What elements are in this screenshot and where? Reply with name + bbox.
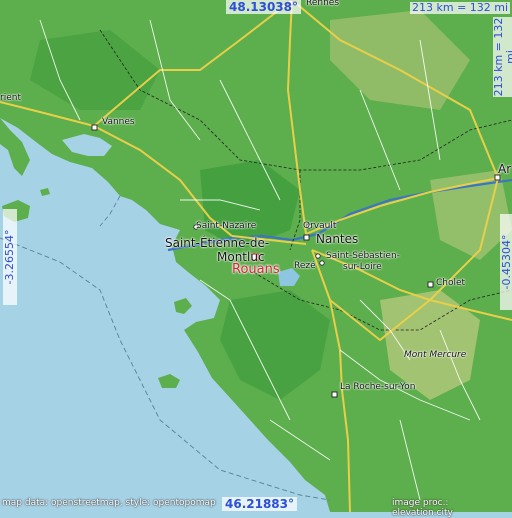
coord-right-label: -0.45304°: [500, 214, 512, 310]
place-label: Rezé: [294, 261, 316, 271]
place-label: Saint-Étienne-de-: [165, 236, 270, 250]
coord-top-label: 48.13038°: [226, 0, 302, 14]
place-label: Orvault: [303, 221, 337, 231]
attribution-image-proc: image proc.: elevation.city: [392, 498, 453, 518]
place-label: rient: [0, 93, 21, 103]
main-place-label: Rouans: [232, 262, 280, 277]
coord-left-label: -3.26554°: [3, 209, 17, 305]
scale-right-label: 213 km = 132 mi: [492, 17, 512, 97]
place-label: sur-Loire: [343, 262, 382, 272]
place-label: Cholet: [436, 278, 466, 288]
place-label: Nantes: [316, 232, 359, 246]
place-label: Saint-Nazaire: [196, 221, 257, 231]
place-label: Vannes: [102, 117, 135, 127]
place-label: Mont Mercure: [404, 350, 467, 360]
place-label: Ar: [498, 162, 512, 176]
place-label: La Roche-sur-Yon: [340, 382, 416, 392]
place-label: Saint-Sébastien-: [326, 251, 400, 261]
place-label: Rennes: [306, 0, 340, 8]
attribution-map-data: map data: openstreetmap, style: opentopo…: [2, 498, 216, 508]
scale-top-label: 213 km = 132 mi: [410, 1, 511, 14]
coord-bottom-label: 46.21883°: [222, 497, 298, 511]
